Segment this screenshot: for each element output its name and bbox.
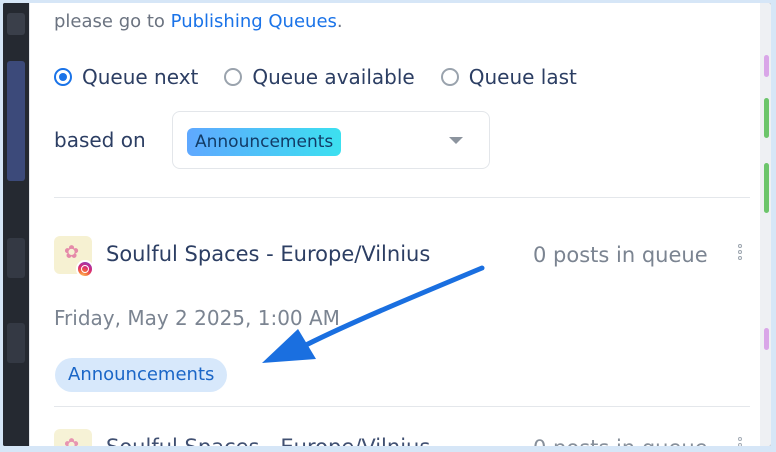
queue-last-option[interactable]: Queue last [440,65,577,89]
more-options-icon[interactable] [738,244,744,262]
butterfly-logo-icon: ✿ [64,435,80,446]
queue-available-label: Queue available [252,65,415,89]
post-count: 0 posts in queue [533,243,708,267]
queue-position-options: Queue next Queue available Queue last [54,65,603,89]
intro-suffix: . [336,11,343,32]
queue-last-radio[interactable] [440,68,459,86]
account-name: Soulful Spaces - Europe/Vilnius [106,242,431,266]
post-count: 0 posts in queue [533,436,708,446]
publishing-queues-link[interactable]: Publishing Queues [171,11,337,32]
based-on-label: based on [54,128,146,152]
intro-text: please go to Publishing Queues. [54,11,343,32]
account-avatar: ✿ [54,429,92,446]
sidebar-icon [7,238,25,278]
divider [54,406,750,407]
queue-next-radio[interactable] [54,68,72,86]
sidebar-icon [7,13,25,35]
more-options-icon[interactable] [738,437,744,446]
category-tag: Announcements [55,358,228,392]
slot-time: Friday, May 2 2025, 1:00 AM [54,306,340,330]
account-name: Soulful Spaces - Europe/Vilnius [106,435,430,446]
intro-prefix: please go to [54,11,171,32]
sidebar-active-block [7,61,25,181]
queue-last-label: Queue last [468,65,577,89]
divider [54,197,750,198]
account-avatar: ✿ [54,236,94,278]
queue-next-option[interactable]: Queue next [54,65,198,89]
queue-settings-panel: please go to Publishing Queues. Queue ne… [29,3,760,446]
category-select[interactable]: Announcements [172,111,490,169]
instagram-icon [76,260,94,278]
chevron-down-icon[interactable] [449,137,463,144]
background-app-sidebar [3,3,29,446]
selected-category-chip: Announcements [187,128,342,156]
sidebar-icon [7,323,25,363]
queue-available-option[interactable]: Queue available [224,65,415,89]
screenshot-frame: please go to Publishing Queues. Queue ne… [3,3,771,446]
butterfly-logo-icon: ✿ [64,242,80,263]
queue-next-label: Queue next [82,65,199,89]
queue-available-radio[interactable] [224,68,243,86]
